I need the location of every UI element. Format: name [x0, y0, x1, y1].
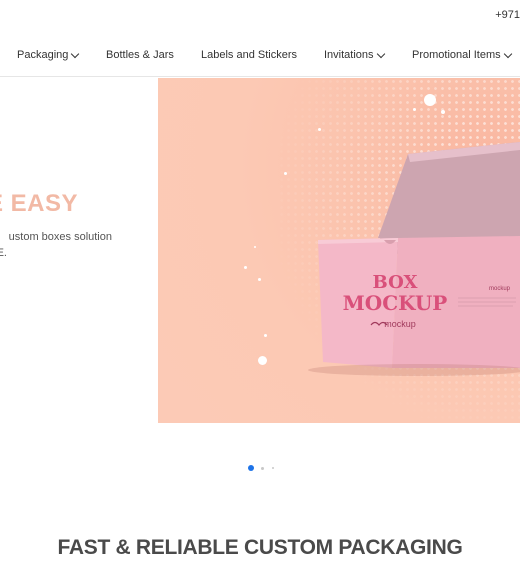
main-nav: Packaging Bottles & Jars Labels and Stic…	[0, 40, 520, 77]
nav-item-packaging[interactable]: Packaging	[17, 49, 80, 61]
hero-slider[interactable]: BOX MOCKUP mockup mockup	[158, 78, 520, 423]
nav-item-label: Labels and Stickers	[201, 49, 297, 61]
hero-tagline: ustom boxes solution	[8, 231, 112, 243]
box-mockup-image: BOX MOCKUP mockup mockup	[308, 142, 520, 376]
nav-item-promotional-items[interactable]: Promotional Items	[412, 49, 512, 61]
nav-item-invitations[interactable]: Invitations	[324, 49, 385, 61]
slider-dot[interactable]	[272, 467, 274, 469]
chevron-down-icon	[71, 49, 80, 58]
nav-item-labels-stickers[interactable]: Labels and Stickers	[201, 49, 297, 61]
nav-item-label: Packaging	[17, 49, 69, 61]
box-side-brand: mockup	[489, 286, 511, 292]
box-title-2: MOCKUP	[343, 291, 448, 315]
nav-item-label: Promotional Items	[412, 49, 501, 61]
slider-dot[interactable]	[261, 466, 264, 470]
hero-tagline: E.	[0, 247, 7, 259]
nav-item-bottles-jars[interactable]: Bottles & Jars	[106, 49, 174, 61]
box-brand: mockup	[384, 319, 416, 329]
nav-item-label: Invitations	[324, 49, 374, 61]
hero-headline: E EASY	[0, 190, 78, 217]
slider-pagination	[248, 465, 288, 473]
chevron-down-icon	[376, 49, 385, 58]
nav-item-label: Bottles & Jars	[106, 49, 174, 61]
box-title-1: BOX	[373, 272, 418, 293]
top-bar: +971	[0, 0, 520, 30]
chevron-down-icon	[503, 49, 512, 58]
slider-dot-active[interactable]	[248, 465, 254, 471]
phone-number[interactable]: +971	[495, 9, 520, 21]
hero-text: E EASY ustom boxes solution E.	[0, 190, 158, 270]
section-heading: FAST & RELIABLE CUSTOM PACKAGING	[57, 536, 463, 559]
